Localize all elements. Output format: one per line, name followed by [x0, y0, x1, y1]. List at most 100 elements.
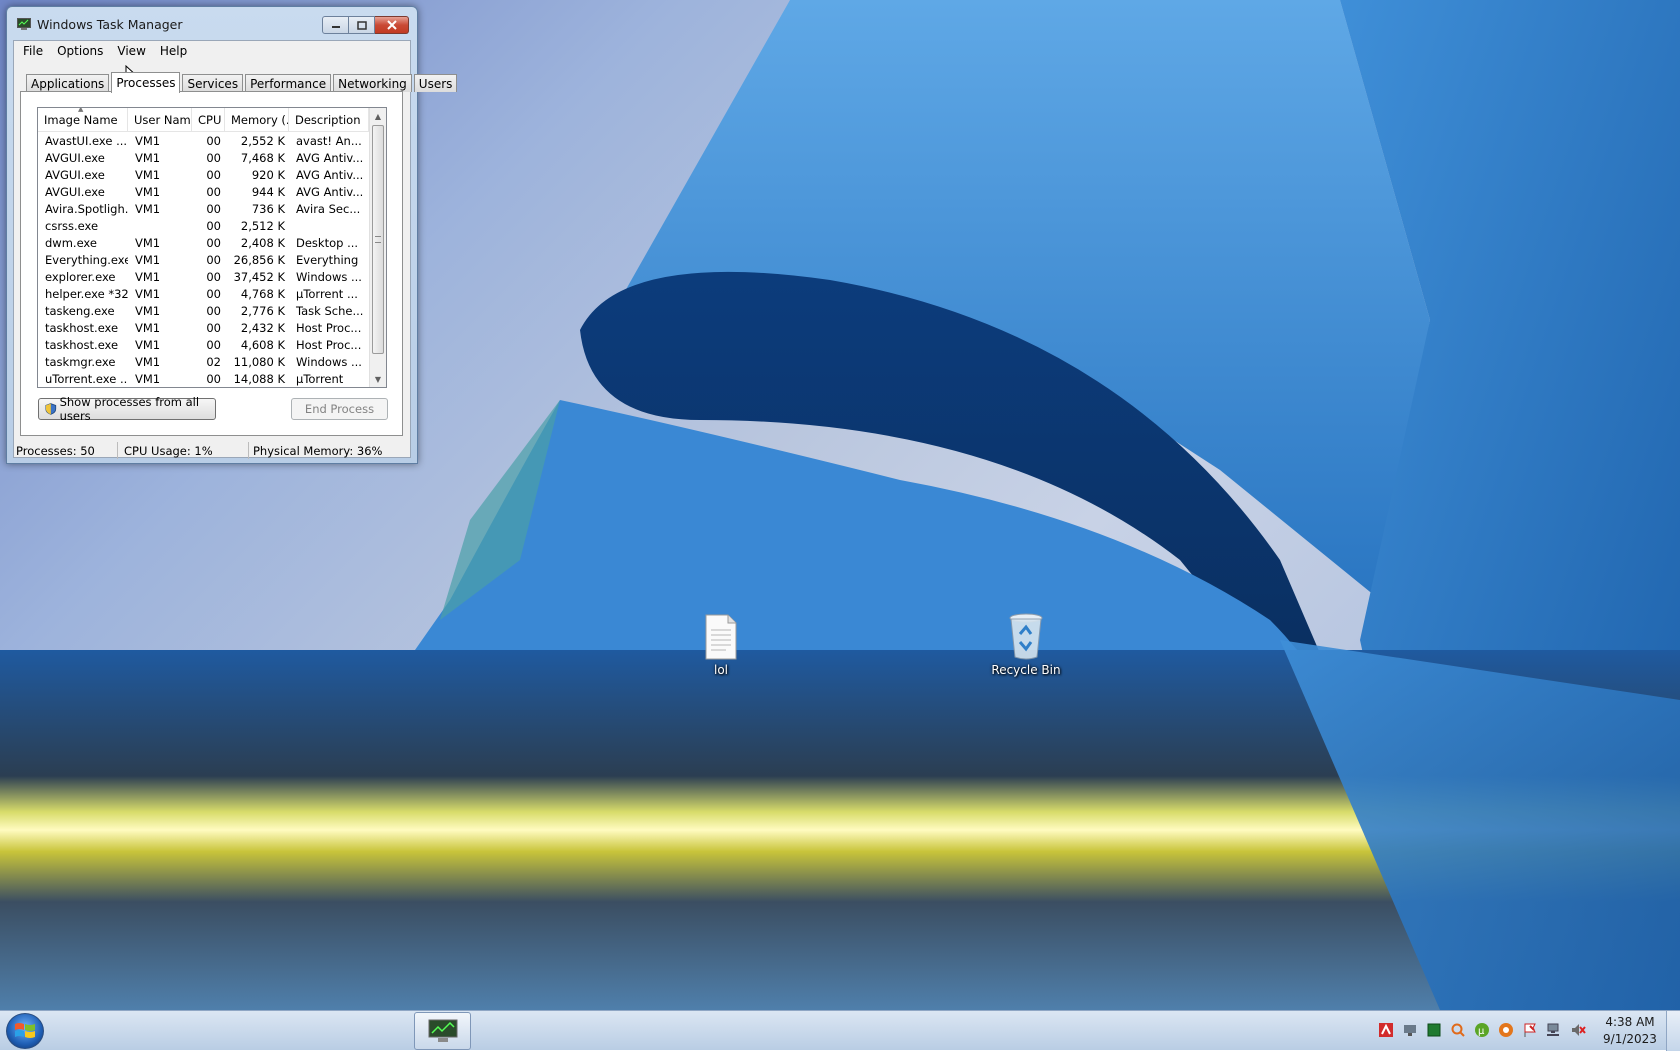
table-row[interactable]: uTorrent.exe ... VM1 00 14,088 K µTorrent [38, 370, 386, 387]
cell-cpu: 00 [206, 320, 221, 335]
network-status-icon[interactable] [1546, 1022, 1562, 1038]
cell-memory: 2,776 K [240, 303, 285, 318]
vertical-scrollbar[interactable]: ▲ ▼ [369, 108, 386, 387]
table-row[interactable]: taskmgr.exe VM1 02 11,080 K Windows ... [38, 353, 386, 370]
maximize-button[interactable] [349, 16, 375, 34]
tab-services[interactable]: Services [182, 74, 244, 92]
cell-user-name: VM1 [135, 167, 161, 182]
table-row[interactable]: AVGUI.exe VM1 00 920 K AVG Antiv... [38, 166, 386, 183]
process-list[interactable]: Image Name ▲ User Name CPU Memory (... D… [37, 107, 387, 388]
column-image-name[interactable]: Image Name ▲ [38, 108, 128, 131]
cell-memory: 944 K [251, 184, 285, 199]
menu-help[interactable]: Help [153, 44, 194, 58]
cell-memory: 4,608 K [240, 337, 285, 352]
table-row[interactable]: Avira.Spotligh... VM1 00 736 K Avira Sec... [38, 200, 386, 217]
cell-user-name: VM1 [135, 371, 161, 386]
search-tray-icon[interactable] [1450, 1022, 1466, 1038]
minimize-icon [331, 26, 340, 28]
table-row[interactable]: Everything.exe VM1 00 26,856 K Everything [38, 251, 386, 268]
tab-strip: Applications Processes Services Performa… [26, 70, 459, 93]
cell-description: µTorrent [296, 371, 344, 386]
scroll-thumb[interactable] [372, 125, 384, 354]
menu-bar: File Options View Help [14, 41, 410, 61]
taskbar-task-manager-button[interactable] [414, 1012, 471, 1050]
app-tray-icon[interactable] [1426, 1022, 1442, 1038]
status-bar: Processes: 50 CPU Usage: 1% Physical Mem… [14, 442, 410, 459]
cell-user-name: VM1 [135, 354, 161, 369]
volume-muted-icon[interactable] [1570, 1022, 1586, 1038]
network-tray-icon[interactable] [1402, 1022, 1418, 1038]
cell-image-name: Everything.exe [45, 252, 128, 267]
menu-file[interactable]: File [16, 44, 50, 58]
desktop-file-lol[interactable]: lol [681, 614, 761, 677]
clock[interactable]: 4:38 AM 9/1/2023 [1598, 1014, 1662, 1048]
cell-user-name: VM1 [135, 184, 161, 199]
system-tray: µ [1378, 1022, 1594, 1038]
tab-applications[interactable]: Applications [26, 74, 110, 92]
start-button[interactable] [6, 1013, 44, 1049]
process-rows: AvastUI.exe ... VM1 00 2,552 Kavast! An... A… [38, 132, 386, 387]
cell-user-name: VM1 [135, 303, 161, 318]
menu-view[interactable]: View [110, 44, 152, 58]
task-manager-icon [17, 18, 31, 30]
cell-memory: 2,432 K [240, 320, 285, 335]
cell-image-name: AVGUI.exe [45, 150, 105, 165]
column-user-name[interactable]: User Name [128, 108, 192, 131]
cell-image-name: dwm.exe [45, 235, 97, 250]
table-row[interactable]: explorer.exe VM1 00 37,452 K Windows ... [38, 268, 386, 285]
grip-icon [375, 236, 381, 243]
cell-cpu: 00 [206, 286, 221, 301]
tab-processes[interactable]: Processes [111, 72, 181, 93]
cell-description: Desktop ... [296, 235, 359, 250]
column-description[interactable]: Description [289, 108, 369, 131]
show-desktop-button[interactable] [1666, 1011, 1680, 1051]
cell-memory: 26,856 K [233, 252, 285, 267]
cell-image-name: taskmgr.exe [45, 354, 116, 369]
table-row[interactable]: taskhost.exe VM1 00 2,432 K Host Proc... [38, 319, 386, 336]
cell-cpu: 00 [206, 235, 221, 250]
table-row[interactable]: AVGUI.exe VM1 00 944 K AVG Antiv... [38, 183, 386, 200]
utorrent-tray-icon[interactable]: µ [1474, 1022, 1490, 1038]
cell-user-name: VM1 [135, 201, 161, 216]
cell-cpu: 02 [206, 354, 221, 369]
minimize-button[interactable] [322, 16, 349, 34]
show-all-processes-button[interactable]: Show processes from all users [38, 395, 216, 423]
avast-tray-icon[interactable] [1378, 1022, 1394, 1038]
cell-description: AVG Antiv... [296, 150, 364, 165]
tab-networking[interactable]: Networking [333, 74, 412, 92]
action-center-flag-icon[interactable] [1522, 1022, 1538, 1038]
scroll-up-arrow-icon[interactable]: ▲ [370, 108, 386, 124]
cell-memory: 37,452 K [233, 269, 285, 284]
column-memory[interactable]: Memory (... [225, 108, 289, 131]
desktop-recycle-bin[interactable]: Recycle Bin [986, 612, 1066, 677]
table-row[interactable]: AVGUI.exe VM1 00 7,468 K AVG Antiv... [38, 149, 386, 166]
cell-description: AVG Antiv... [296, 184, 364, 199]
svg-text:µ: µ [1478, 1026, 1485, 1037]
table-row[interactable]: taskeng.exe VM1 00 2,776 K Task Sche... [38, 302, 386, 319]
taskbar: µ 4:38 AM 9/1/2023 [0, 1010, 1680, 1051]
title-bar[interactable]: Windows Task Manager [7, 7, 417, 41]
cell-memory: 2,552 K [240, 133, 285, 148]
avira-tray-icon[interactable] [1498, 1022, 1514, 1038]
table-row[interactable]: taskhost.exe VM1 00 4,608 K Host Proc... [38, 336, 386, 353]
scroll-down-arrow-icon[interactable]: ▼ [370, 371, 386, 387]
tab-users[interactable]: Users [413, 74, 458, 92]
cell-cpu: 00 [206, 218, 221, 233]
cell-description: Task Sche... [296, 303, 364, 318]
cell-image-name: taskeng.exe [45, 303, 115, 318]
menu-options[interactable]: Options [50, 44, 110, 58]
table-row[interactable]: helper.exe *32 VM1 00 4,768 K µTorrent ... [38, 285, 386, 302]
cell-description: avast! An... [296, 133, 362, 148]
cell-user-name: VM1 [135, 337, 161, 352]
cell-user-name: VM1 [135, 252, 161, 267]
tab-performance[interactable]: Performance [245, 74, 332, 92]
column-cpu[interactable]: CPU [192, 108, 225, 131]
cell-memory: 14,088 K [233, 371, 285, 386]
task-manager-window[interactable]: Windows Task Manager File Options View H… [6, 6, 458, 464]
close-button[interactable] [375, 16, 409, 34]
table-row[interactable]: AvastUI.exe ... VM1 00 2,552 K avast! An... [38, 132, 386, 149]
table-row[interactable]: csrss.exe 00 2,512 K [38, 217, 386, 234]
end-process-button[interactable]: End Process [291, 398, 388, 420]
cell-memory: 736 K [251, 201, 285, 216]
table-row[interactable]: dwm.exe VM1 00 2,408 K Desktop ... [38, 234, 386, 251]
